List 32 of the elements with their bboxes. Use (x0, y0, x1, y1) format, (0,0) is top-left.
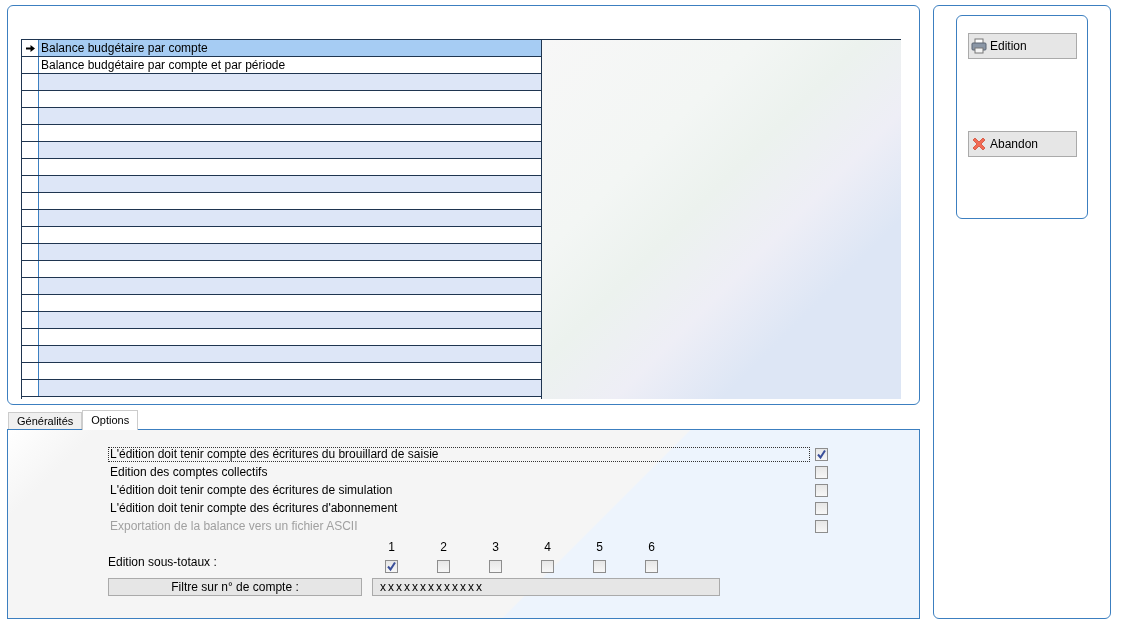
tab[interactable]: Options (82, 410, 139, 430)
subtotals-label: Edition sous-totaux : (108, 555, 218, 569)
level-number: 5 (595, 540, 604, 554)
checkbox[interactable] (489, 560, 502, 573)
option-label: Exportation de la balance vers un fichier ASCII (109, 518, 359, 534)
checkbox[interactable] (645, 560, 658, 573)
checkbox[interactable] (815, 465, 828, 479)
checkbox[interactable] (385, 560, 398, 573)
checkbox[interactable] (815, 483, 828, 497)
level-number: 6 (647, 540, 656, 554)
checkbox[interactable] (593, 560, 606, 573)
printer-icon (971, 38, 987, 54)
option-label: L'édition doit tenir compte des écritures de simulation (109, 482, 394, 498)
option-label: L'édition doit tenir compte des écritures d'abonnement (109, 500, 399, 516)
edition-button[interactable]: Edition (968, 33, 1077, 59)
report-name: Balance budgétaire par compte et par période (40, 57, 287, 73)
level-number: 1 (387, 540, 396, 554)
filter-button[interactable]: Filtre sur n° de compte : (108, 578, 362, 596)
checkbox[interactable] (541, 560, 554, 573)
level-number: 4 (543, 540, 552, 554)
checkbox[interactable] (815, 447, 828, 461)
account-filter-field[interactable]: xxxxxxxxxxxxx (372, 578, 720, 596)
abandon-button[interactable]: Abandon (968, 131, 1077, 157)
level-number: 3 (491, 540, 500, 554)
cross-icon (971, 136, 987, 152)
checkbox[interactable] (437, 560, 450, 573)
option-label: Edition des comptes collectifs (109, 464, 269, 480)
level-number: 2 (439, 540, 448, 554)
row-pointer-icon (25, 43, 35, 53)
tab[interactable]: Généralités (8, 412, 83, 429)
option-label: L'édition doit tenir compte des écritures du brouillard de saisie (108, 446, 810, 462)
checkbox[interactable] (815, 501, 828, 515)
